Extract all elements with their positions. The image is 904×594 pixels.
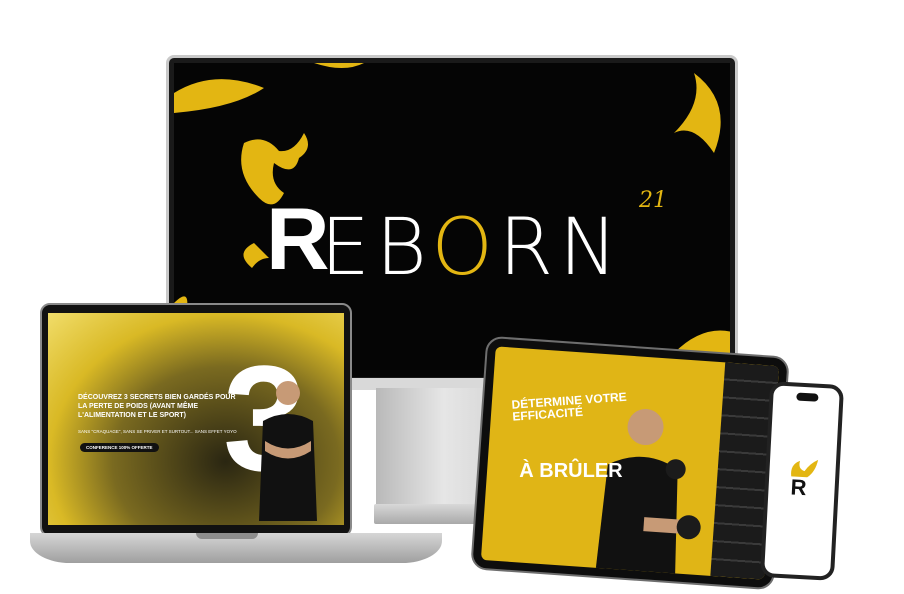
smartphone: R <box>759 381 845 581</box>
logo-superscript: 21 <box>639 188 667 213</box>
coach-photo-icon <box>259 381 317 521</box>
tablet-subheadline: À BRÛLER <box>519 459 623 482</box>
laptop-headline: DÉCOUVREZ 3 SECRETS BIEN GARDÉS POUR LA … <box>78 394 236 419</box>
laptop-screen: 3 DÉCOUVREZ 3 SECRETS BIEN GARDÉS POUR L… <box>48 313 344 525</box>
dynamic-island <box>796 392 819 402</box>
phone-logo-letter: R <box>790 474 808 501</box>
tablet: DÉTERMINE VOTRE EFFICACITÉ À BRÛLER <box>470 335 790 591</box>
boxer-photo-icon <box>595 408 701 580</box>
tablet-screen: DÉTERMINE VOTRE EFFICACITÉ À BRÛLER <box>480 346 780 580</box>
laptop: 3 DÉCOUVREZ 3 SECRETS BIEN GARDÉS POUR L… <box>40 303 352 537</box>
reborn-logo: EBORN <box>320 203 624 293</box>
laptop-subline: SANS "CRAQUAGE", SANS SE PRIVER ET SURTO… <box>78 429 237 434</box>
laptop-notch <box>196 533 258 539</box>
conference-button[interactable]: CONFERENCE 100% OFFERTE <box>80 443 159 452</box>
logo-lead-letter: R <box>266 189 330 288</box>
